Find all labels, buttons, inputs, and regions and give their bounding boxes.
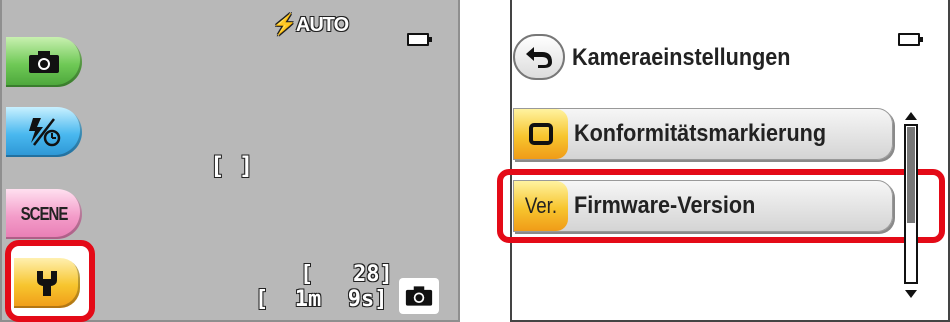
version-icon: Ver.: [524, 193, 558, 218]
focus-area-bracket: [ ]: [210, 152, 254, 180]
camera-mode-icon: [399, 278, 439, 314]
scene-mode-button[interactable]: SCENE: [6, 189, 82, 239]
menu-item-icon: [514, 109, 568, 159]
movie-time-remaining: [ 1m 9s]: [255, 287, 388, 312]
camera-icon: [405, 286, 433, 306]
menu-scrollbar[interactable]: [900, 112, 922, 302]
camera-icon: [29, 51, 59, 73]
flash-mode-indicator: ⚡AUTO: [272, 14, 349, 36]
menu-item-label: Firmware-Version: [574, 192, 756, 219]
scroll-track[interactable]: [904, 124, 918, 284]
scene-icon: SCENE: [20, 203, 69, 225]
menu-item-konformitaetsmarkierung[interactable]: Konformitätsmarkierung: [513, 108, 893, 160]
menu-item-firmware-version[interactable]: Ver. Firmware-Version: [513, 180, 893, 232]
back-button[interactable]: [513, 34, 565, 80]
flash-selftimer-button[interactable]: [6, 107, 82, 157]
wrench-icon: [37, 271, 57, 296]
shooting-mode-button[interactable]: [6, 37, 82, 87]
battery-icon: [407, 33, 432, 46]
menu-item-label: Konformitätsmarkierung: [574, 120, 827, 147]
battery-icon: [898, 33, 923, 46]
menu-title: Kameraeinstellungen: [572, 44, 791, 71]
setup-menu-button[interactable]: [14, 258, 80, 308]
menu-item-icon: Ver.: [514, 181, 568, 231]
square-icon: [529, 123, 553, 145]
scroll-up-arrow-icon[interactable]: [905, 112, 917, 120]
scroll-down-arrow-icon[interactable]: [905, 290, 917, 298]
flash-selftimer-icon: [29, 118, 61, 147]
back-arrow-icon: [526, 47, 552, 68]
scroll-thumb[interactable]: [907, 127, 915, 223]
exposures-remaining: [ 28]: [300, 262, 393, 287]
